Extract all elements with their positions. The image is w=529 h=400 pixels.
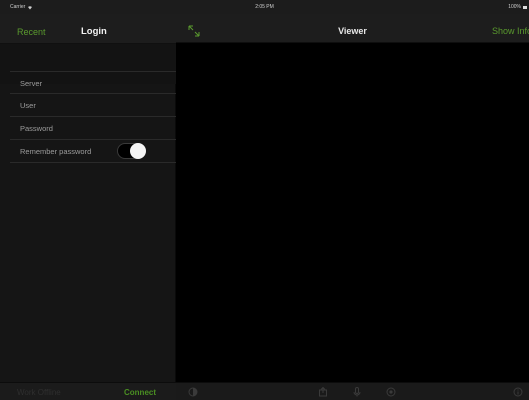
login-nav-bar: Recent Login [0,14,176,44]
status-right: 100% [508,4,527,10]
connect-button[interactable]: Connect [124,388,156,397]
remember-password-row: Remember password [10,140,176,163]
login-panel: Recent Login Server User Password Rememb… [0,14,176,400]
status-bar: Carrier 2:05 PM 100% [0,0,529,14]
viewer-panel: Viewer Show Info [176,14,529,400]
user-placeholder: User [20,101,36,110]
viewer-toolbar [176,382,529,400]
viewer-nav-bar: Viewer Show Info [176,14,529,43]
recent-button[interactable]: Recent [17,27,46,37]
user-field[interactable]: User [10,94,176,117]
work-offline-button[interactable]: Work Offline [17,388,61,397]
microphone-icon[interactable] [352,387,362,397]
login-title: Login [81,26,107,37]
viewer-title: Viewer [338,26,367,36]
remember-password-label: Remember password [20,147,92,156]
battery-icon [523,5,527,9]
status-time: 2:05 PM [255,4,274,10]
info-icon[interactable] [513,387,523,397]
password-placeholder: Password [20,124,53,133]
server-field[interactable]: Server [10,71,176,94]
battery-percent: 100% [508,4,521,10]
camera-icon[interactable] [386,387,396,397]
viewer-canvas[interactable] [176,43,529,382]
show-info-button[interactable]: Show Info [492,26,529,36]
password-field[interactable]: Password [10,117,176,140]
remember-password-toggle[interactable] [117,143,146,159]
toggle-knob [130,143,146,159]
export-icon[interactable] [318,387,328,397]
brightness-icon[interactable] [188,387,198,397]
server-placeholder: Server [20,79,43,88]
login-bottom-bar: Work Offline Connect [0,382,176,400]
